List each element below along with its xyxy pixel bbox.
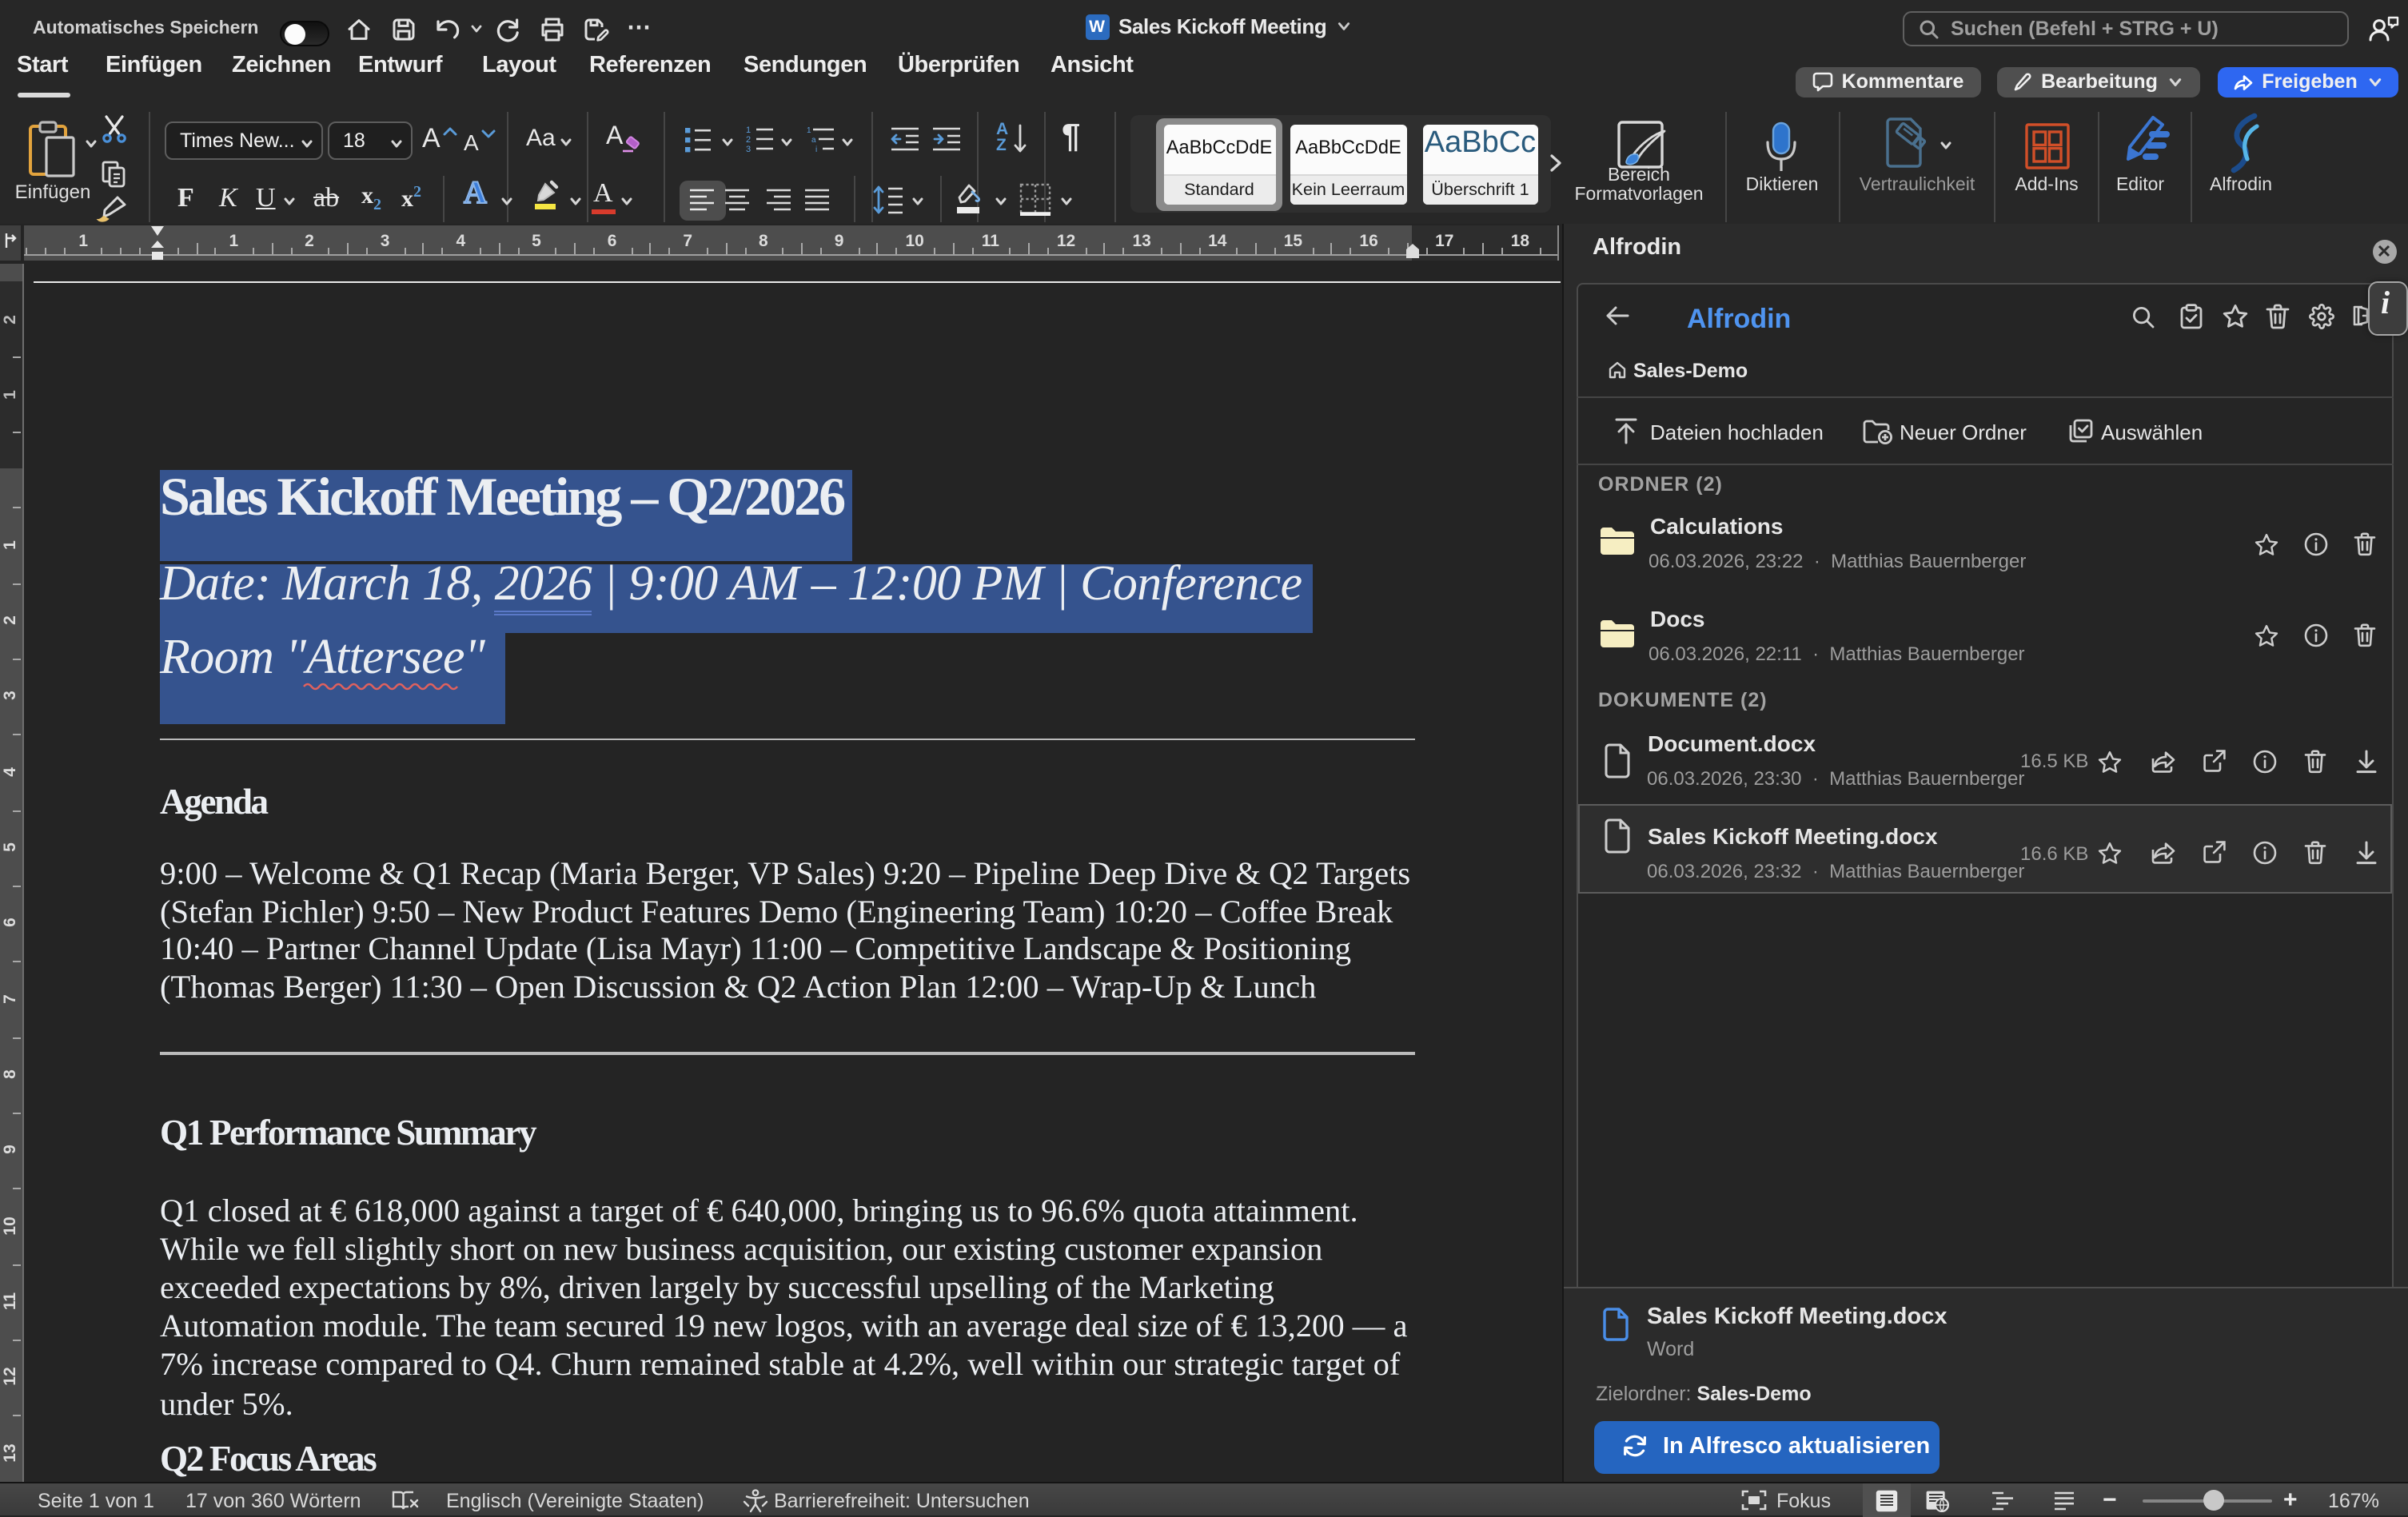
- svg-text:a: a: [811, 136, 815, 145]
- svg-text:2: 2: [746, 135, 751, 145]
- svg-text:1: 1: [806, 126, 811, 135]
- svg-text:1: 1: [746, 125, 751, 135]
- svg-text:3: 3: [746, 145, 751, 154]
- svg-text:i: i: [815, 145, 816, 154]
